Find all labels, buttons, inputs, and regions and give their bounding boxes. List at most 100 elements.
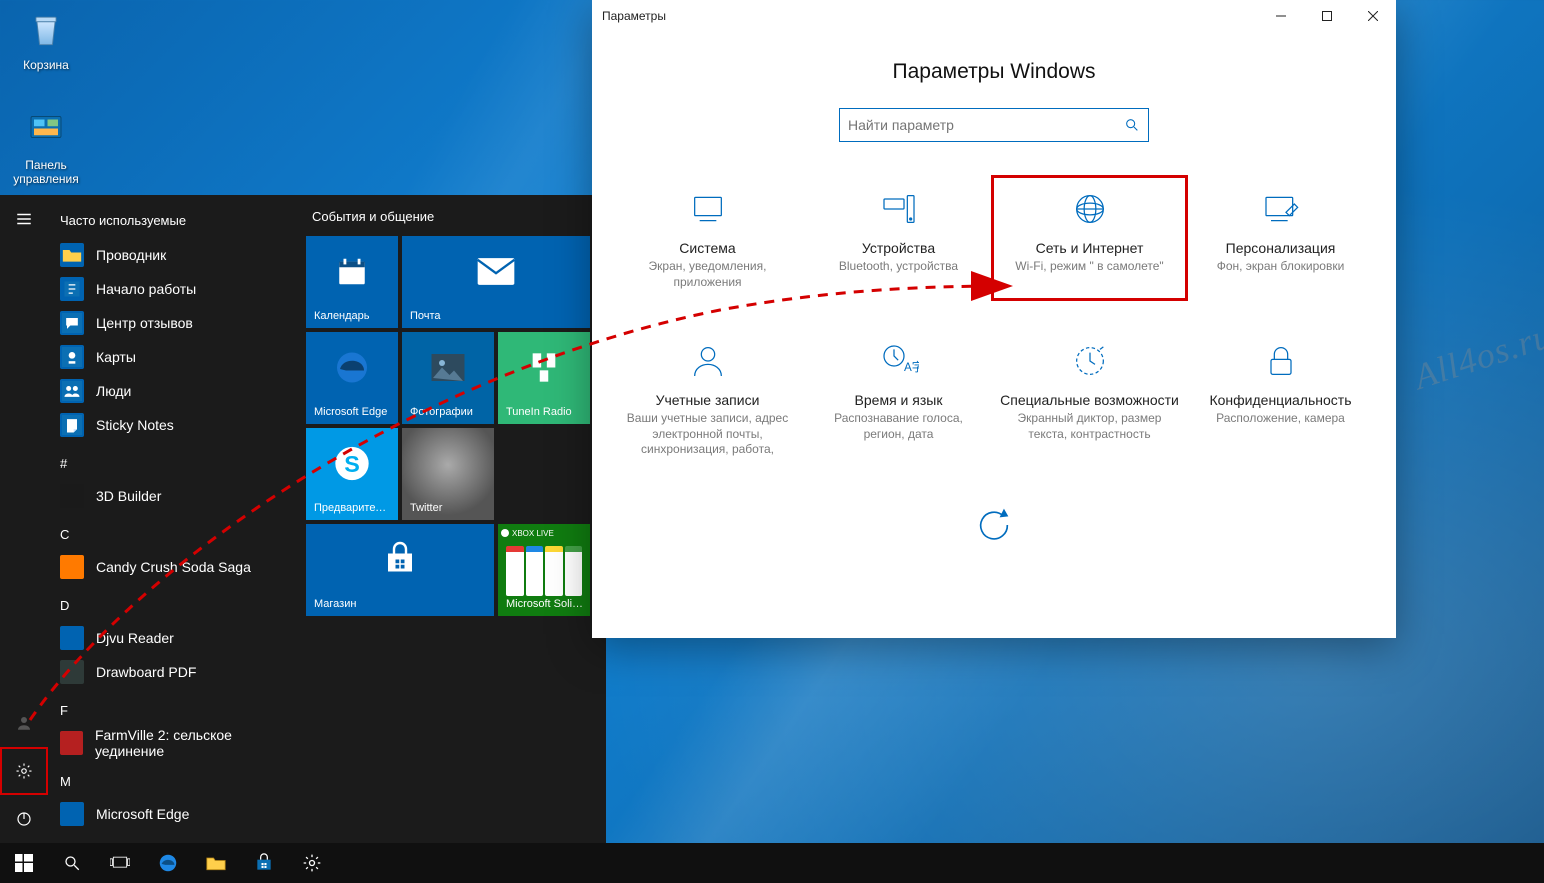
most-used-heading: Часто используемые [60,213,296,228]
settings-item-network[interactable]: Сеть и ИнтернетWi-Fi, режим " в самолете… [994,178,1185,298]
tile-label: Предварител… [314,502,392,514]
settings-item-update[interactable] [899,494,1089,564]
network-icon [1000,186,1179,232]
start-app-item[interactable]: Drawboard PDF [52,655,296,689]
start-app-item[interactable]: Candy Crush Soda Saga [52,550,296,584]
timelang-icon: A字 [809,338,988,384]
taskbar-settings-icon[interactable] [288,843,336,883]
people-icon [60,379,84,403]
start-app-item[interactable]: FarmVille 2: сельское уединение [52,726,296,760]
start-app-getstarted[interactable]: Начало работы [52,272,296,306]
settings-window: Параметры Параметры Windows СистемаЭкран… [592,0,1396,638]
accounts-icon [618,338,797,384]
start-app-maps[interactable]: Карты [52,340,296,374]
settings-item-name: Специальные возможности [1000,392,1179,408]
window-close-button[interactable] [1350,0,1396,32]
app-label: Microsoft Edge [96,806,189,822]
tiles-group-heading: События и общение [312,209,600,224]
app-icon [60,555,84,579]
tile-calendar[interactable]: Календарь [306,236,398,328]
system-icon [618,186,797,232]
settings-item-privacy[interactable]: КонфиденциальностьРасположение, камера [1185,330,1376,466]
start-power-button[interactable] [0,795,48,843]
settings-item-personalize[interactable]: ПерсонализацияФон, экран блокировки [1185,178,1376,298]
window-title: Параметры [602,9,666,23]
start-menu: Часто используемые Проводник Начало работ… [0,195,606,843]
getstarted-icon [60,277,84,301]
settings-item-system[interactable]: СистемаЭкран, уведомления, приложения [612,178,803,298]
tile-photos[interactable]: Фотографии [402,332,494,424]
devices-icon [809,186,988,232]
app-label: Candy Crush Soda Saga [96,559,251,575]
taskview-icon[interactable] [96,843,144,883]
tile-label: Календарь [314,310,392,322]
settings-item-name: Сеть и Интернет [1000,240,1179,256]
app-group-letter[interactable]: # [60,456,296,471]
start-menu-hamburger[interactable] [0,195,48,243]
tile-skype[interactable]: S Предварител… [306,428,398,520]
tile-tunein[interactable]: TuneIn Radio [498,332,590,424]
settings-item-timelang[interactable]: A字Время и языкРаспознавание голоса, реги… [803,330,994,466]
taskbar-explorer-icon[interactable] [192,843,240,883]
tile-edge[interactable]: Microsoft Edge [306,332,398,424]
app-group-letter[interactable]: D [60,598,296,613]
settings-search-box[interactable] [839,108,1149,142]
settings-item-ease[interactable]: Специальные возможности Экранный диктор, … [994,330,1185,466]
start-app-item[interactable]: Djvu Reader [52,621,296,655]
tile-solitaire[interactable]: XBOX LIVEMicrosoft Solitaire Collection [498,524,590,616]
app-icon [60,731,83,755]
app-icon [60,484,84,508]
taskbar-edge-icon[interactable] [144,843,192,883]
app-group-letter[interactable]: M [60,774,296,789]
start-app-sticky[interactable]: Sticky Notes [52,408,296,442]
settings-search-input[interactable] [848,117,1124,133]
settings-heading: Параметры Windows [592,60,1396,84]
app-label: Начало работы [96,281,196,297]
settings-item-devices[interactable]: УстройстваBluetooth, устройства [803,178,994,298]
app-label: Карты [96,349,136,365]
app-group-letter[interactable]: C [60,527,296,542]
start-app-feedback[interactable]: Центр отзывов [52,306,296,340]
app-label: Люди [96,383,131,399]
app-icon [60,802,84,826]
photos-icon [430,352,466,385]
tile-label: Магазин [314,598,488,610]
tile-store[interactable]: Магазин [306,524,494,616]
window-maximize-button[interactable] [1304,0,1350,32]
desktop-icon-recycle-bin[interactable]: Корзина [6,6,86,72]
tile-label: Почта [410,310,584,322]
tile-label: Microsoft Edge [314,406,392,418]
tile-mail[interactable]: Почта [402,236,590,328]
start-app-folder[interactable]: Проводник [52,238,296,272]
window-minimize-button[interactable] [1258,0,1304,32]
start-apps-list: Часто используемые Проводник Начало работ… [48,195,304,843]
start-user-icon[interactable] [0,699,48,747]
start-app-item[interactable]: Microsoft Edge [52,797,296,831]
app-label: FarmVille 2: сельское уединение [95,727,296,759]
settings-item-name: Учетные записи [618,392,797,408]
settings-item-desc: Расположение, камера [1191,411,1370,427]
control-panel-icon [22,106,70,154]
settings-item-desc: Bluetooth, устройства [809,259,988,275]
start-app-item[interactable]: 3D Builder [52,479,296,513]
maps-icon [60,345,84,369]
settings-item-accounts[interactable]: Учетные записиВаши учетные записи, адрес… [612,330,803,466]
app-group-letter[interactable]: F [60,703,296,718]
desktop-icon-label: Корзина [6,58,86,72]
settings-item-name: Время и язык [809,392,988,408]
desktop-icon-control-panel[interactable]: Панель управления [6,106,86,186]
start-app-people[interactable]: Люди [52,374,296,408]
start-settings-button[interactable] [0,747,48,795]
tile-label: Microsoft Solitaire Collection [506,598,584,610]
start-button[interactable] [0,843,48,883]
settings-item-desc: Экранный диктор, размер текста, контраст… [1000,411,1179,442]
skype-icon: S [332,443,372,486]
tile-twitter[interactable]: Twitter [402,428,494,520]
app-label: Drawboard PDF [96,664,196,680]
taskbar-store-icon[interactable] [240,843,288,883]
app-icon [60,660,84,684]
update-icon [905,502,1083,548]
settings-item-desc: Экран, уведомления, приложения [618,259,797,290]
taskbar-search-icon[interactable] [48,843,96,883]
feedback-icon [60,311,84,335]
